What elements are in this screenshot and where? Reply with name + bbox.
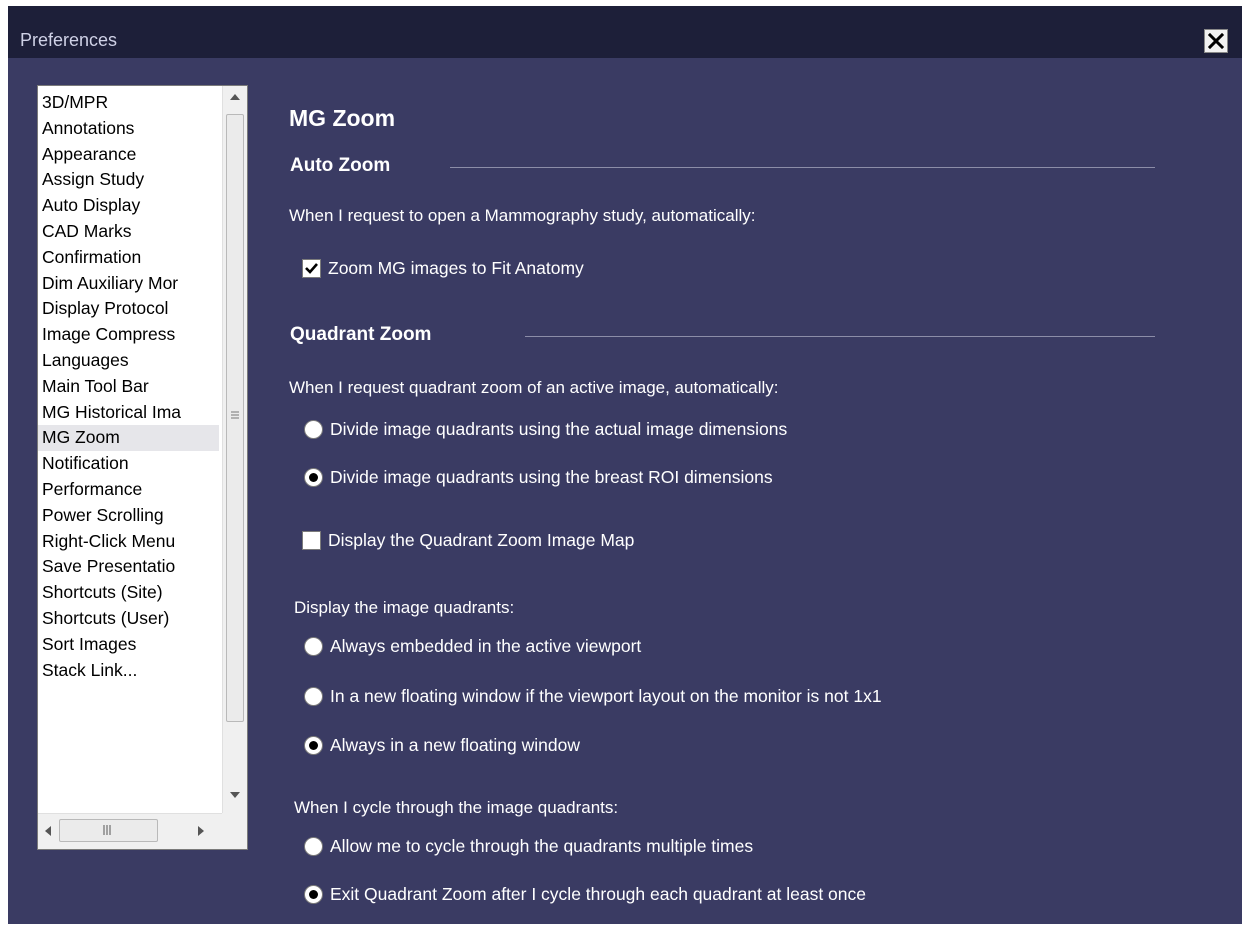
cycle-multiple-option[interactable]: Allow me to cycle through the quadrants … xyxy=(304,835,1054,861)
title-bar: Preferences xyxy=(8,6,1242,58)
category-item[interactable]: Shortcuts (Site) xyxy=(38,580,219,606)
vertical-scrollbar[interactable] xyxy=(222,86,247,813)
category-item[interactable]: Annotations xyxy=(38,116,219,142)
category-item[interactable]: Display Protocol xyxy=(38,296,219,322)
window-title: Preferences xyxy=(20,30,118,50)
preferences-window: Preferences 3D/MPR Annotations Appearance A… xyxy=(8,6,1242,924)
category-item[interactable]: MG Zoom xyxy=(38,425,219,452)
quadrant-image-map-label: Display the Quadrant Zoom Image Map xyxy=(328,530,635,550)
category-item[interactable]: Languages xyxy=(38,348,219,374)
embedded-viewport-radio[interactable] xyxy=(304,637,323,656)
embedded-viewport-label: Always embedded in the active viewport xyxy=(330,636,642,656)
zoom-fit-anatomy-checkbox[interactable] xyxy=(302,259,321,278)
exit-after-cycle-radio[interactable] xyxy=(304,885,323,904)
embedded-viewport-option[interactable]: Always embedded in the active viewport xyxy=(304,635,1054,661)
auto-zoom-description: When I request to open a Mammography stu… xyxy=(289,206,756,225)
zoom-fit-anatomy-label: Zoom MG images to Fit Anatomy xyxy=(328,258,584,278)
arrow-up-icon[interactable] xyxy=(230,94,240,100)
divide-actual-dimensions-radio[interactable] xyxy=(304,420,323,439)
vertical-scroll-thumb[interactable] xyxy=(226,114,244,722)
horizontal-scrollbar[interactable] xyxy=(38,813,222,849)
category-item[interactable]: Confirmation xyxy=(38,245,219,271)
arrow-right-icon[interactable] xyxy=(198,826,204,836)
category-item[interactable]: Right-Click Menu xyxy=(38,529,219,555)
category-item[interactable]: MG Historical Ima xyxy=(38,400,219,426)
category-item[interactable]: Save Presentatio xyxy=(38,554,219,580)
arrow-left-icon[interactable] xyxy=(45,826,51,836)
quadrant-image-map-option[interactable]: Display the Quadrant Zoom Image Map xyxy=(302,529,802,555)
divide-roi-dimensions-label: Divide image quadrants using the breast … xyxy=(330,467,773,487)
category-item[interactable]: Main Tool Bar xyxy=(38,374,219,400)
category-item[interactable]: Assign Study xyxy=(38,167,219,193)
quadrant-image-map-checkbox[interactable] xyxy=(302,531,321,550)
category-item[interactable]: Auto Display xyxy=(38,193,219,219)
category-item[interactable]: Notification xyxy=(38,451,219,477)
section-divider xyxy=(450,167,1155,168)
preferences-category-list[interactable]: 3D/MPR Annotations Appearance Assign Study A… xyxy=(37,85,248,850)
category-item[interactable]: Dim Auxiliary Mor xyxy=(38,271,219,297)
close-icon xyxy=(1208,33,1224,49)
section-divider xyxy=(525,336,1155,337)
always-floating-radio[interactable] xyxy=(304,736,323,755)
divide-roi-dimensions-radio[interactable] xyxy=(304,468,323,487)
grip-icon xyxy=(103,825,111,835)
category-item[interactable]: Stack Link... xyxy=(38,658,219,684)
quadrant-zoom-description: When I request quadrant zoom of an activ… xyxy=(289,378,779,397)
category-item[interactable]: Appearance xyxy=(38,142,219,168)
category-item[interactable]: Power Scrolling xyxy=(38,503,219,529)
divide-actual-dimensions-label: Divide image quadrants using the actual … xyxy=(330,419,788,439)
close-button[interactable] xyxy=(1204,29,1228,53)
category-item[interactable]: Performance xyxy=(38,477,219,503)
cycle-quadrants-heading: When I cycle through the image quadrants… xyxy=(294,798,619,817)
checkmark-icon xyxy=(305,263,318,274)
scrollbar-corner xyxy=(222,813,247,849)
radio-selected-dot xyxy=(309,741,318,750)
cycle-multiple-radio[interactable] xyxy=(304,837,323,856)
always-floating-label: Always in a new floating window xyxy=(330,735,580,755)
exit-after-cycle-label: Exit Quadrant Zoom after I cycle through… xyxy=(330,884,866,904)
arrow-down-icon[interactable] xyxy=(230,792,240,798)
exit-after-cycle-option[interactable]: Exit Quadrant Zoom after I cycle through… xyxy=(304,883,1054,909)
floating-if-not-1x1-option[interactable]: In a new floating window if the viewport… xyxy=(304,685,1054,711)
section-heading-auto-zoom: Auto Zoom xyxy=(290,155,391,176)
cycle-multiple-label: Allow me to cycle through the quadrants … xyxy=(330,836,754,856)
section-heading-quadrant-zoom: Quadrant Zoom xyxy=(290,324,432,345)
category-items: 3D/MPR Annotations Appearance Assign Study A… xyxy=(38,90,223,683)
category-item[interactable]: Shortcuts (User) xyxy=(38,606,219,632)
radio-selected-dot xyxy=(309,890,318,899)
grip-icon xyxy=(231,411,239,419)
category-item[interactable]: Sort Images xyxy=(38,632,219,658)
category-item[interactable]: CAD Marks xyxy=(38,219,219,245)
divide-roi-dimensions-option[interactable]: Divide image quadrants using the breast … xyxy=(304,466,1004,492)
radio-selected-dot xyxy=(309,473,318,482)
category-item[interactable]: 3D/MPR xyxy=(38,90,219,116)
horizontal-scroll-thumb[interactable] xyxy=(59,819,158,842)
display-quadrants-heading: Display the image quadrants: xyxy=(294,598,515,617)
divide-actual-dimensions-option[interactable]: Divide image quadrants using the actual … xyxy=(304,418,1004,444)
always-floating-option[interactable]: Always in a new floating window xyxy=(304,734,1054,760)
category-item[interactable]: Image Compress xyxy=(38,322,219,348)
zoom-fit-anatomy-option[interactable]: Zoom MG images to Fit Anatomy xyxy=(302,257,802,283)
floating-if-not-1x1-radio[interactable] xyxy=(304,687,323,706)
page-title: MG Zoom xyxy=(289,105,396,131)
floating-if-not-1x1-label: In a new floating window if the viewport… xyxy=(330,686,882,706)
